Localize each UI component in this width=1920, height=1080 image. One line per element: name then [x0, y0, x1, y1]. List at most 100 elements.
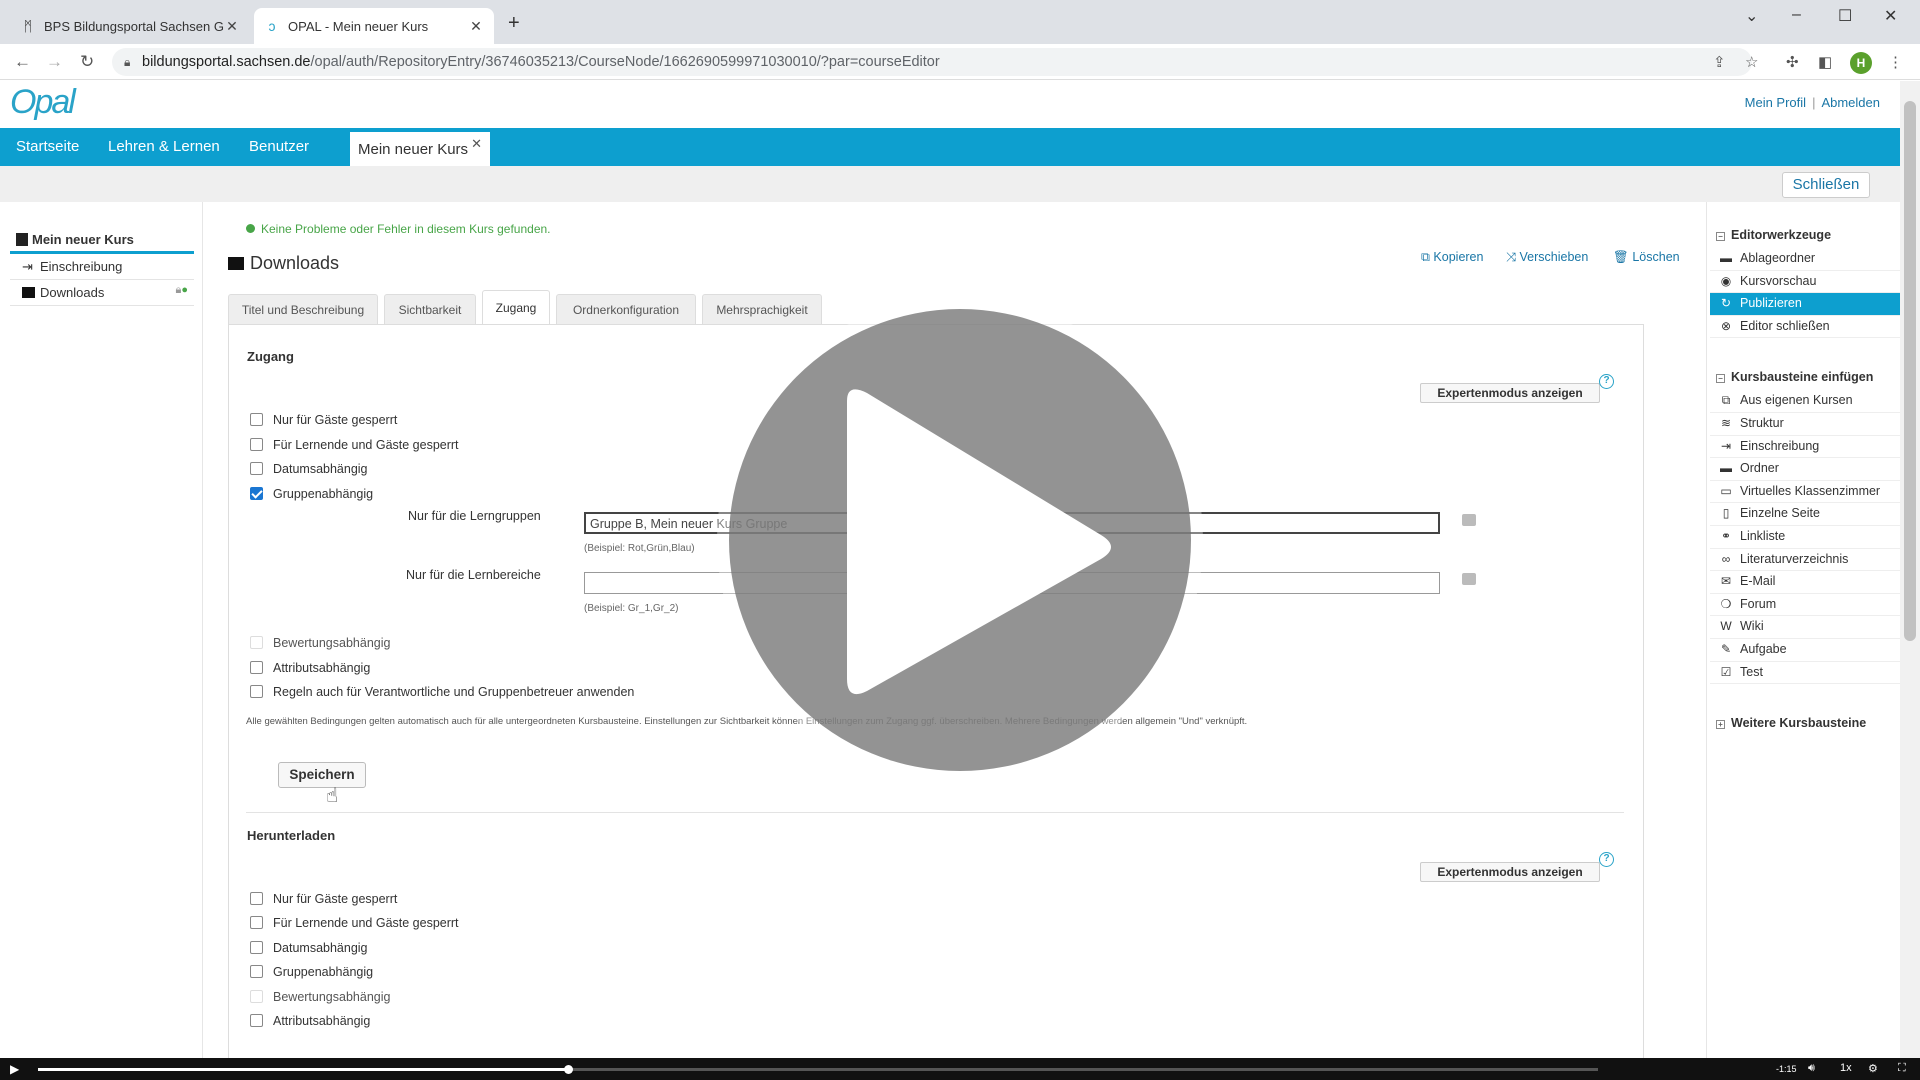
save-button[interactable]: Speichern — [278, 762, 366, 788]
access-checkbox-guests[interactable]: Nur für Gäste gesperrt — [250, 412, 397, 430]
download-checkbox-group[interactable]: Gruppenabhängig — [250, 964, 373, 982]
sidebar-item-wiki[interactable]: W Wiki — [1710, 616, 1900, 639]
new-tab-icon[interactable]: + — [508, 12, 520, 35]
checkbox[interactable] — [250, 941, 263, 954]
sidebar-item-einzelne-seite[interactable]: ▯ Einzelne Seite — [1710, 503, 1900, 526]
opal-logo[interactable]: Opal — [10, 83, 76, 122]
nav-course-tab[interactable]: Mein neuer Kurs ✕ — [350, 132, 490, 166]
insert-header[interactable]: − Kursbausteine einfügen — [1710, 368, 1900, 390]
sidebar-item-ordner[interactable]: ▬ Ordner — [1710, 458, 1900, 481]
forward-icon[interactable]: → — [46, 52, 63, 72]
sidebar-item-forum[interactable]: ❍ Forum — [1710, 594, 1900, 617]
share-icon[interactable]: ⇪ — [1713, 53, 1726, 71]
download-checkbox-learners-guests[interactable]: Für Lernende und Gäste gesperrt — [250, 915, 459, 933]
more-blocks-header[interactable]: + Weitere Kursbausteine — [1710, 714, 1900, 736]
profile-link[interactable]: Mein Profil — [1745, 95, 1806, 110]
checkbox[interactable] — [250, 685, 263, 698]
nav-lehren-lernen[interactable]: Lehren & Lernen — [108, 138, 220, 155]
tab-sichtbarkeit[interactable]: Sichtbarkeit — [384, 294, 476, 324]
group-picker-icon[interactable] — [1462, 514, 1476, 526]
sidebar-item-struktur[interactable]: ≋ Struktur — [1710, 413, 1900, 436]
tab-close-icon[interactable]: ✕ — [468, 18, 484, 35]
video-play-button[interactable] — [729, 309, 1191, 771]
window-close-icon[interactable]: ✕ — [1884, 6, 1897, 26]
reload-icon[interactable]: ↻ — [80, 52, 94, 72]
access-checkbox-learners-guests[interactable]: Für Lernende und Gäste gesperrt — [250, 437, 459, 455]
checkbox[interactable] — [250, 965, 263, 978]
tab-titel[interactable]: Titel und Beschreibung — [228, 294, 378, 324]
video-play-icon[interactable]: ▶ — [10, 1062, 19, 1076]
editor-tools-header[interactable]: − Editorwerkzeuge — [1710, 226, 1900, 248]
access-checkbox-group[interactable]: Gruppenabhängig — [250, 486, 373, 504]
tab-zugang[interactable]: Zugang — [482, 290, 550, 325]
access-checkbox-grading[interactable]: Bewertungsabhängig — [250, 635, 390, 653]
volume-icon[interactable]: 🔊︎ — [1808, 1062, 1815, 1075]
sidebar-item-aufgabe[interactable]: ✎ Aufgabe — [1710, 639, 1900, 662]
sidebar-item-e-mail[interactable]: ✉ E-Mail — [1710, 571, 1900, 594]
tab-search-icon[interactable]: ⌄ — [1745, 6, 1758, 26]
side-panel-icon[interactable]: ◧ — [1818, 53, 1832, 71]
sidebar-item-editor-schließen[interactable]: ⊗ Editor schließen — [1710, 316, 1900, 339]
checkbox-checked[interactable] — [250, 487, 263, 500]
video-progress-knob[interactable] — [564, 1065, 574, 1074]
access-checkbox-rules-responsible[interactable]: Regeln auch für Verantwortliche und Grup… — [250, 684, 634, 702]
video-progress[interactable] — [38, 1065, 1598, 1074]
nav-startseite[interactable]: Startseite — [16, 138, 79, 155]
sidebar-item-virtuelles-klassenzimmer[interactable]: ▭ Virtuelles Klassenzimmer — [1710, 481, 1900, 504]
tree-root[interactable]: Mein neuer Kurs — [10, 228, 194, 254]
close-course-button[interactable]: Schließen — [1782, 172, 1870, 198]
help-icon[interactable]: ? — [1599, 852, 1614, 867]
access-checkbox-date[interactable]: Datumsabhängig — [250, 461, 368, 479]
checkbox[interactable] — [250, 916, 263, 929]
area-picker-icon[interactable] — [1462, 573, 1476, 585]
tab-ordnerkonfiguration[interactable]: Ordnerkonfiguration — [556, 294, 696, 324]
profile-avatar[interactable]: H — [1850, 52, 1872, 74]
back-icon[interactable]: ← — [14, 52, 31, 72]
video-speed[interactable]: 1x — [1840, 1062, 1852, 1074]
sidebar-item-publizieren[interactable]: ↻ Publizieren — [1710, 293, 1900, 316]
download-checkbox-grading[interactable]: Bewertungsabhängig — [250, 989, 390, 1007]
checkbox[interactable] — [250, 1014, 263, 1027]
tree-item-einschreibung[interactable]: ⇥ Einschreibung — [10, 254, 194, 280]
course-tab-close-icon[interactable]: ✕ — [471, 136, 482, 152]
nav-benutzer[interactable]: Benutzer — [249, 138, 309, 155]
page-scrollbar[interactable] — [1900, 81, 1920, 1060]
fullscreen-icon[interactable]: ⛶ — [1898, 1062, 1906, 1075]
browser-tab-bps[interactable]: ᛗ BPS Bildungsportal Sachsen Gmb ✕ — [10, 8, 250, 44]
download-checkbox-date[interactable]: Datumsabhängig — [250, 940, 368, 958]
sidebar-item-ablageordner[interactable]: ▬ Ablageordner — [1710, 248, 1900, 271]
copy-action[interactable]: ⧉ Kopieren — [1421, 250, 1483, 265]
move-action[interactable]: ⤨ Verschieben — [1506, 250, 1588, 265]
download-checkbox-attribute[interactable]: Attributsabhängig — [250, 1013, 370, 1031]
bookmark-star-icon[interactable]: ☆ — [1745, 53, 1758, 71]
url-field[interactable]: 🔒︎ bildungsportal.sachsen.de/opal/auth/R… — [112, 48, 1752, 76]
checkbox[interactable] — [250, 636, 263, 649]
checkbox[interactable] — [250, 661, 263, 674]
tab-close-icon[interactable]: ✕ — [224, 18, 240, 35]
minimize-icon[interactable]: – — [1792, 6, 1801, 24]
sidebar-item-einschreibung[interactable]: ⇥ Einschreibung — [1710, 436, 1900, 459]
browser-tab-opal[interactable]: ↄ OPAL - Mein neuer Kurs ✕ — [254, 8, 494, 44]
sidebar-item-kursvorschau[interactable]: ◉ Kursvorschau — [1710, 271, 1900, 294]
checkbox[interactable] — [250, 892, 263, 905]
access-expert-mode-button[interactable]: Expertenmodus anzeigen — [1420, 383, 1600, 403]
access-checkbox-attribute[interactable]: Attributsabhängig — [250, 660, 370, 678]
download-expert-mode-button[interactable]: Expertenmodus anzeigen — [1420, 862, 1600, 882]
sidebar-item-test[interactable]: ☑ Test — [1710, 662, 1900, 685]
menu-icon[interactable]: ⋮ — [1888, 53, 1903, 71]
checkbox[interactable] — [250, 438, 263, 451]
download-checkbox-guests[interactable]: Nur für Gäste gesperrt — [250, 891, 397, 909]
tree-item-downloads[interactable]: Downloads 🔒︎● — [10, 280, 194, 306]
sidebar-item-linkliste[interactable]: ⚭ Linkliste — [1710, 526, 1900, 549]
help-icon[interactable]: ? — [1599, 374, 1614, 389]
settings-gear-icon[interactable]: ⚙ — [1868, 1062, 1878, 1075]
checkbox[interactable] — [250, 462, 263, 475]
logout-link[interactable]: Abmelden — [1821, 95, 1880, 110]
sidebar-item-literaturverzeichnis[interactable]: ∞ Literaturverzeichnis — [1710, 549, 1900, 572]
checkbox[interactable] — [250, 413, 263, 426]
maximize-icon[interactable]: ☐ — [1838, 6, 1852, 26]
checkbox[interactable] — [250, 990, 263, 1003]
delete-action[interactable]: 🗑︎ Löschen — [1613, 250, 1680, 265]
extensions-icon[interactable]: ✣ — [1786, 53, 1799, 71]
scrollbar-thumb[interactable] — [1904, 101, 1916, 641]
